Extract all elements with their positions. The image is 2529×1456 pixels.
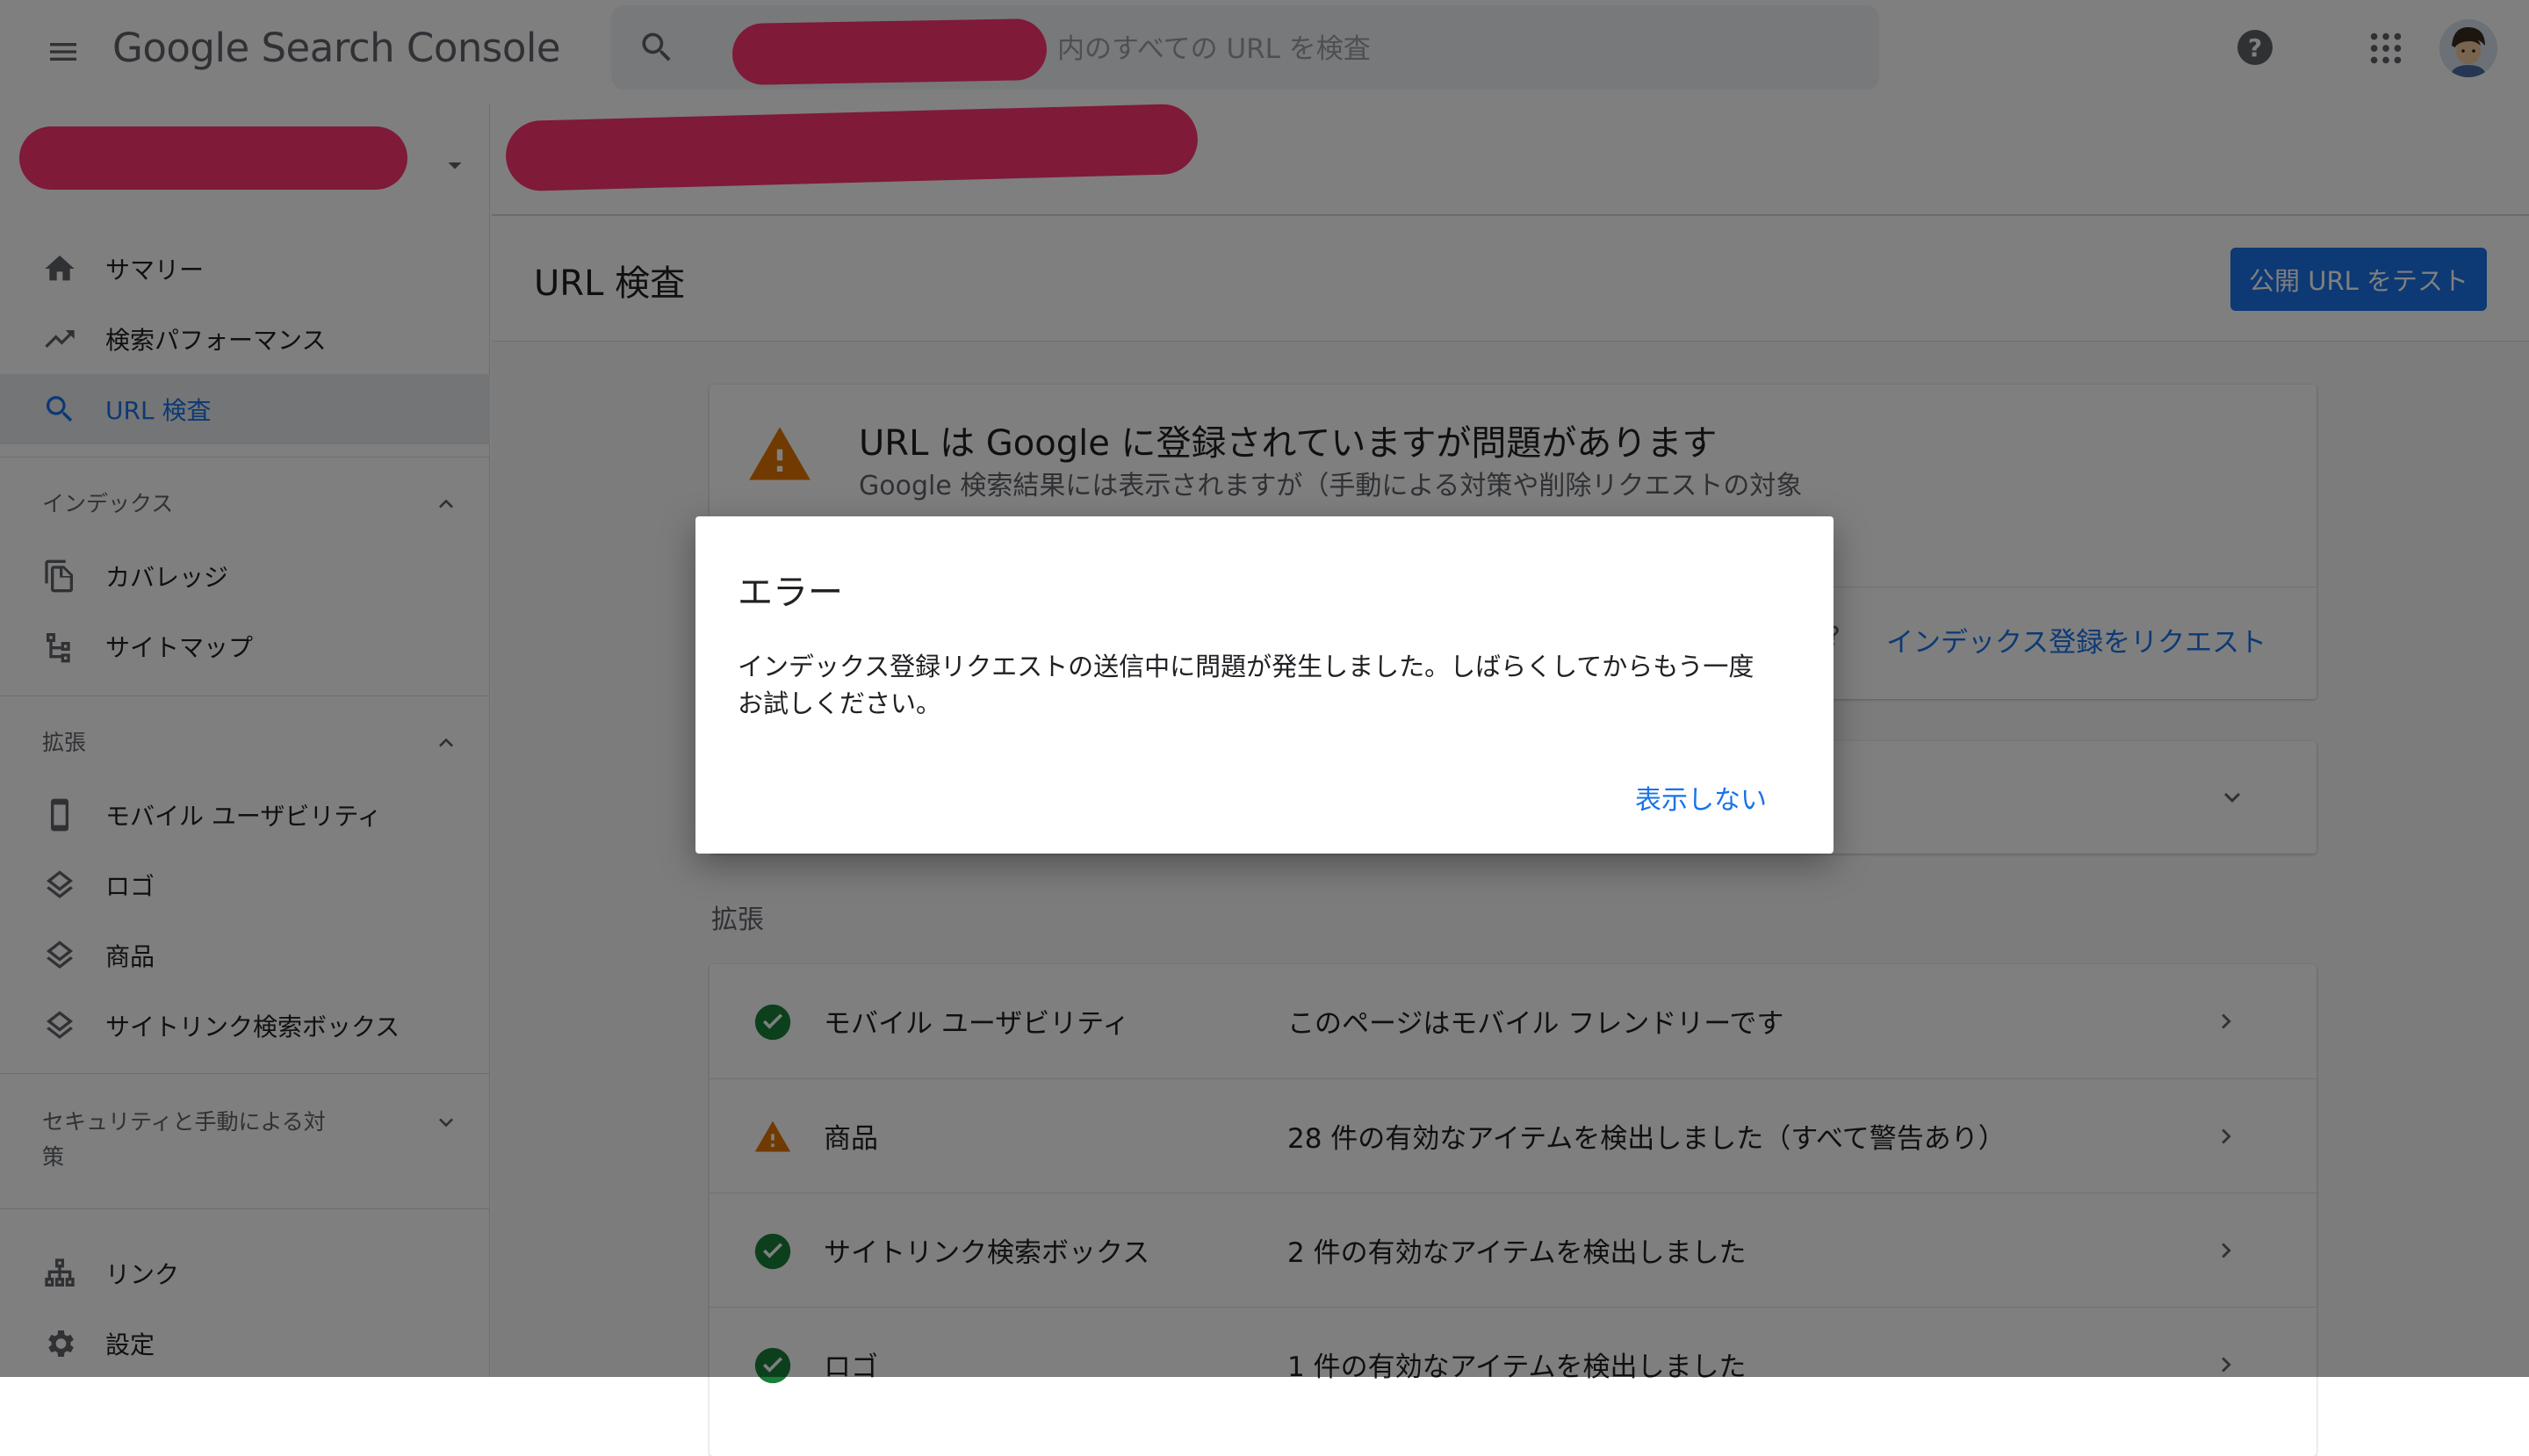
dialog-title: エラー (738, 573, 843, 613)
dialog-message-line: インデックス登録リクエストの送信中に問題が発生しました。しばらくしてからもう一度 (738, 652, 1754, 681)
dialog-message-line: お試しください。 (738, 688, 942, 718)
error-dialog: エラー インデックス登録リクエストの送信中に問題が発生しました。しばらくしてから… (695, 516, 1834, 854)
dismiss-button[interactable]: 表示しない (1632, 771, 1770, 824)
dialog-message: インデックス登録リクエストの送信中に問題が発生しました。しばらくしてからもう一度… (738, 648, 1791, 722)
